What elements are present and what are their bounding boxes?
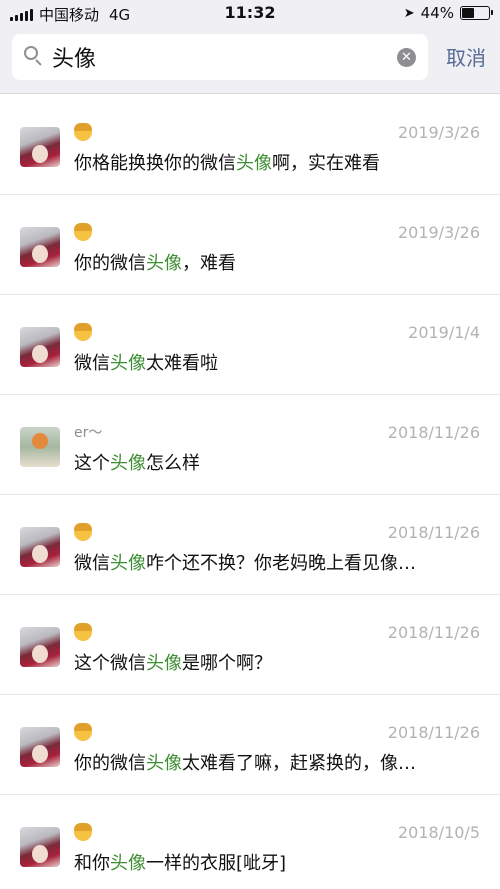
woman-emoji-icon: [74, 523, 92, 541]
message-date: 2018/11/26: [387, 723, 480, 742]
result-item[interactable]: 2019/3/26 你的微信头像，难看: [0, 195, 500, 295]
woman-emoji-icon: [74, 223, 92, 241]
message-text: 微信头像太难看啦: [74, 349, 474, 375]
woman-emoji-icon: [74, 723, 92, 741]
message-before: 这个微信: [74, 653, 146, 674]
message-text: 这个头像怎么样: [74, 449, 474, 475]
sender-name: [74, 223, 92, 243]
avatar: [20, 127, 60, 167]
avatar: [20, 227, 60, 267]
message-after: 怎么样: [146, 453, 200, 474]
message-after: 是哪个啊？: [182, 653, 272, 674]
message-text: 微信头像咋个还不换？你老妈晚上看见像…: [74, 549, 474, 575]
avatar: [20, 427, 60, 467]
sender-name: [74, 523, 92, 543]
battery-percent: 44%: [420, 4, 454, 22]
search-box[interactable]: ✕: [12, 34, 428, 80]
message-highlight: 头像: [110, 853, 146, 874]
sender-name: er～: [74, 423, 102, 443]
result-item[interactable]: 2019/1/4 微信头像太难看啦: [0, 295, 500, 395]
message-before: 这个: [74, 453, 110, 474]
message-date: 2018/11/26: [387, 423, 480, 442]
message-before: 微信: [74, 353, 110, 374]
message-highlight: 头像: [146, 653, 182, 674]
avatar: [20, 827, 60, 867]
message-highlight: 头像: [146, 753, 182, 774]
search-input[interactable]: [52, 42, 392, 72]
message-date: 2019/1/4: [408, 323, 480, 342]
message-before: 微信: [74, 553, 110, 574]
message-text: 你格能换换你的微信头像啊，实在难看: [74, 149, 474, 175]
message-before: 和你: [74, 853, 110, 874]
search-header: ✕ 取消: [0, 30, 500, 94]
message-before: 你格能换换你的微信: [74, 153, 236, 174]
message-highlight: 头像: [146, 253, 182, 274]
avatar: [20, 527, 60, 567]
message-date: 2018/10/5: [397, 823, 480, 842]
message-before: 你的微信: [74, 753, 146, 774]
result-item[interactable]: 2018/11/26 这个微信头像是哪个啊？: [0, 595, 500, 695]
sender-name: [74, 123, 92, 143]
result-item[interactable]: 2019/3/26 你格能换换你的微信头像啊，实在难看: [0, 95, 500, 195]
avatar: [20, 727, 60, 767]
message-before: 你的微信: [74, 253, 146, 274]
message-after: ，难看: [182, 253, 236, 274]
message-date: 2019/3/26: [397, 223, 480, 242]
status-bar: 中国移动 4G 11:32 ➤ 44%: [0, 0, 500, 30]
result-item[interactable]: 2018/11/26 你的微信头像太难看了嘛，赶紧换的，像…: [0, 695, 500, 795]
woman-emoji-icon: [74, 323, 92, 341]
message-highlight: 头像: [110, 353, 146, 374]
message-text: 你的微信头像太难看了嘛，赶紧换的，像…: [74, 749, 474, 775]
result-item[interactable]: 2018/11/26 微信头像咋个还不换？你老妈晚上看见像…: [0, 495, 500, 595]
message-text: 这个微信头像是哪个啊？: [74, 649, 474, 675]
search-results-list: 2019/3/26 你格能换换你的微信头像啊，实在难看 2019/3/26 你的微信头…: [0, 95, 500, 889]
sender-name: [74, 723, 92, 743]
sender-name: [74, 323, 92, 343]
message-date: 2018/11/26: [387, 523, 480, 542]
message-highlight: 头像: [110, 553, 146, 574]
battery-icon: [460, 6, 493, 20]
message-highlight: 头像: [110, 453, 146, 474]
woman-emoji-icon: [74, 623, 92, 641]
watermark: 知乎 @Faded: [404, 860, 486, 875]
message-after: 一样的衣服[呲牙]: [146, 853, 287, 874]
sender-name: [74, 623, 92, 643]
location-arrow-icon: ➤: [403, 5, 415, 21]
result-item[interactable]: er～ 2018/11/26 这个头像怎么样: [0, 395, 500, 495]
message-after: 咋个还不换？你老妈晚上看见像…: [146, 553, 416, 574]
message-highlight: 头像: [236, 153, 272, 174]
avatar: [20, 627, 60, 667]
avatar: [20, 327, 60, 367]
woman-emoji-icon: [74, 823, 92, 841]
message-after: 啊，实在难看: [272, 153, 380, 174]
status-right: ➤ 44%: [403, 4, 493, 22]
message-date: 2018/11/26: [387, 623, 480, 642]
sender-text: er～: [74, 425, 103, 441]
message-after: 太难看啦: [146, 353, 218, 374]
clear-icon[interactable]: ✕: [397, 48, 416, 67]
message-text: 你的微信头像，难看: [74, 249, 474, 275]
cancel-button[interactable]: 取消: [446, 42, 486, 71]
search-icon: [24, 46, 44, 66]
message-after: 太难看了嘛，赶紧换的，像…: [182, 753, 416, 774]
woman-emoji-icon: [74, 123, 92, 141]
message-date: 2019/3/26: [397, 123, 480, 142]
sender-name: [74, 823, 92, 843]
